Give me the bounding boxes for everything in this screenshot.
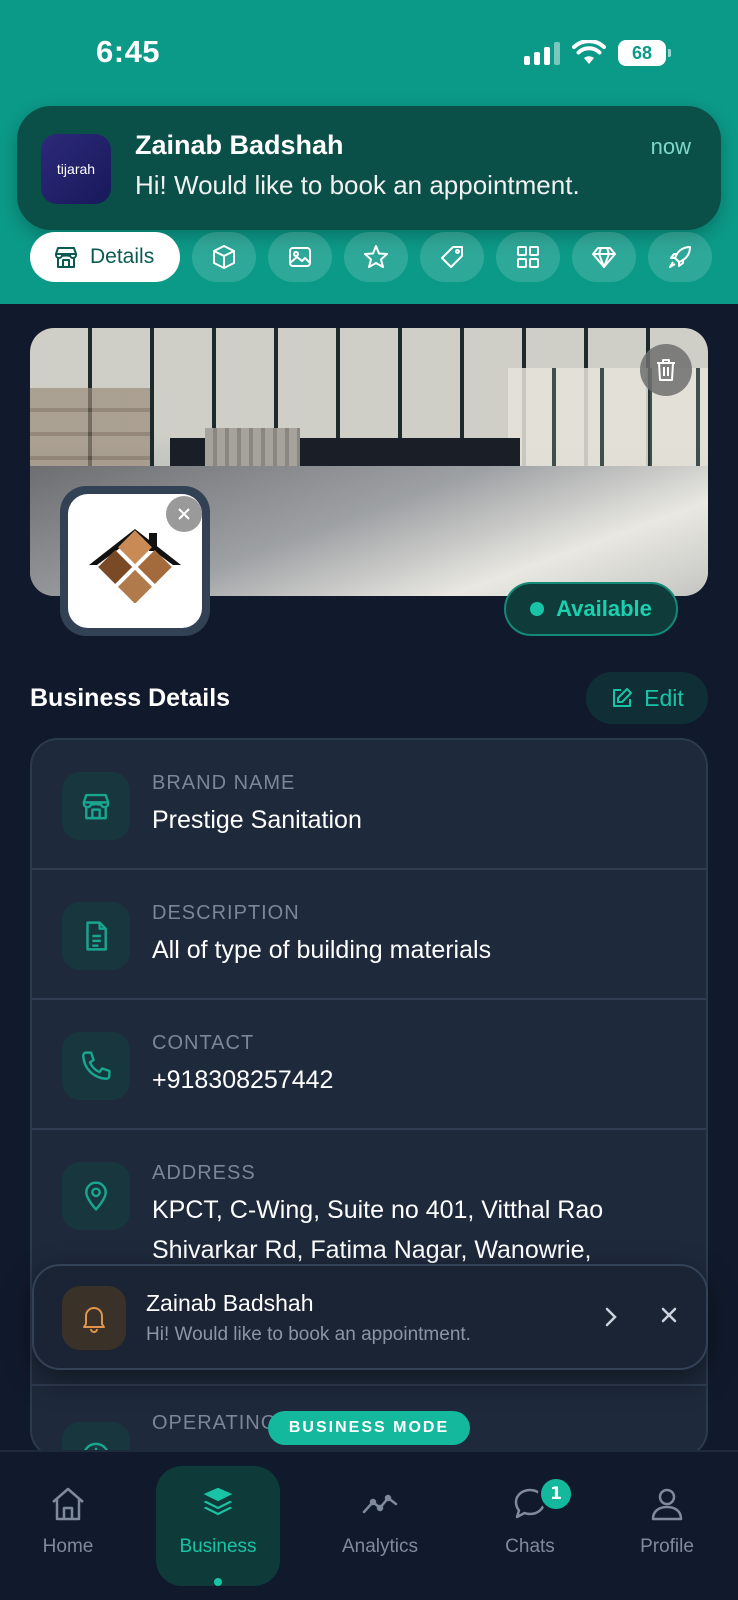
detail-row-brand[interactable]: BRAND NAME Prestige Sanitation (32, 740, 706, 870)
bottom-navigation: Home Business Analytics Chats 1 Profile (0, 1450, 738, 1600)
home-icon (52, 1487, 84, 1521)
battery-icon: 68 (618, 40, 671, 66)
detail-row-description[interactable]: DESCRIPTION All of type of building mate… (32, 870, 706, 1000)
availability-badge[interactable]: Available (504, 582, 678, 636)
tab-gallery[interactable] (268, 232, 333, 282)
section-title: Business Details (30, 684, 231, 712)
notification-message: Hi! Would like to book an appointment. (135, 170, 580, 200)
tab-boost[interactable] (648, 232, 713, 282)
notification-time: now (650, 134, 691, 159)
image-icon (289, 247, 312, 267)
field-value: Prestige Sanitation (152, 806, 362, 834)
open-notification-button[interactable] (596, 1302, 626, 1332)
nav-label: Analytics (341, 1536, 419, 1557)
nav-label: Profile (640, 1536, 694, 1557)
section-tabs: Details (30, 232, 713, 282)
app-icon: tijarah (41, 134, 111, 204)
nav-profile[interactable]: Profile (605, 1466, 729, 1586)
diamond-icon (592, 247, 617, 268)
row-icon (62, 1162, 130, 1230)
trash-icon (657, 359, 675, 381)
system-notification-banner[interactable]: tijarah Zainab Badshah now Hi! Would lik… (17, 106, 721, 230)
edit-icon (613, 688, 633, 707)
store-icon (55, 247, 77, 268)
nav-label: Home (42, 1536, 94, 1557)
toast-title: Zainab Badshah (146, 1290, 314, 1316)
row-icon (62, 772, 130, 840)
field-label: CONTACT (152, 1032, 255, 1054)
close-icon (178, 508, 190, 520)
tab-reviews[interactable] (344, 232, 409, 282)
field-value: +918308257442 (152, 1066, 334, 1094)
layers-icon (201, 1486, 235, 1517)
field-value: KPCT, C-Wing, Suite no 401, Vitthal Rao … (152, 1196, 604, 1264)
tag-icon (441, 246, 464, 268)
tab-details-label: Details (90, 245, 155, 268)
chevron-right-icon (605, 1307, 617, 1327)
row-icon (62, 1032, 130, 1100)
dismiss-notification-button[interactable] (654, 1300, 684, 1330)
bell-icon (83, 1307, 105, 1333)
tab-categories[interactable] (496, 232, 561, 282)
nav-business[interactable]: Business (156, 1466, 280, 1586)
box-icon (213, 245, 236, 269)
toast-icon (62, 1286, 126, 1350)
analytics-icon (362, 1494, 398, 1514)
location-icon (85, 1181, 107, 1211)
edit-label: Edit (644, 684, 684, 711)
store-icon (82, 793, 110, 820)
document-icon (86, 921, 107, 951)
field-label: OPERATING (152, 1412, 278, 1434)
business-logo[interactable] (60, 486, 210, 636)
tab-details[interactable]: Details (30, 232, 181, 282)
profile-icon (651, 1488, 683, 1521)
app-icon-label: tijarah (56, 161, 96, 177)
availability-dot (530, 602, 545, 616)
house-tile-logo-icon (89, 529, 181, 603)
field-label: BRAND NAME (152, 772, 296, 794)
field-label: DESCRIPTION (152, 902, 300, 924)
delete-cover-button[interactable] (640, 344, 692, 396)
tab-premium[interactable] (572, 232, 637, 282)
tab-products[interactable] (192, 232, 257, 282)
nav-analytics[interactable]: Analytics (318, 1466, 442, 1586)
nav-label: Business (179, 1536, 257, 1557)
remove-logo-button[interactable] (166, 496, 202, 532)
nav-chats[interactable]: Chats 1 (468, 1466, 592, 1586)
detail-row-contact[interactable]: CONTACT +918308257442 (32, 1000, 706, 1130)
wifi-icon (572, 40, 606, 64)
status-icons: 68 (524, 40, 671, 66)
star-icon (364, 245, 389, 268)
cellular-signal-icon (524, 41, 560, 65)
toast-message: Hi! Would like to book an appointment. (146, 1324, 471, 1345)
business-mode-badge: BUSINESS MODE (268, 1411, 470, 1445)
field-label: ADDRESS (152, 1162, 256, 1184)
nav-label: Chats (505, 1536, 555, 1557)
tab-offers[interactable] (420, 232, 485, 282)
in-app-notification[interactable]: Zainab Badshah Hi! Would like to book an… (32, 1264, 708, 1370)
notification-title: Zainab Badshah (135, 130, 344, 160)
nav-home[interactable]: Home (6, 1466, 130, 1586)
mode-label: BUSINESS MODE (288, 1419, 450, 1436)
edit-button[interactable]: Edit (586, 672, 708, 724)
rocket-icon (669, 246, 692, 268)
chat-unread-badge: 1 (538, 1476, 574, 1512)
active-indicator (214, 1578, 222, 1586)
battery-level: 68 (631, 42, 653, 63)
row-icon (62, 902, 130, 970)
grid-icon (517, 246, 540, 268)
field-value: All of type of building materials (152, 936, 492, 964)
close-icon (661, 1307, 677, 1323)
phone-icon (82, 1051, 111, 1080)
status-time: 6:45 (96, 34, 161, 69)
availability-label: Available (556, 596, 652, 621)
